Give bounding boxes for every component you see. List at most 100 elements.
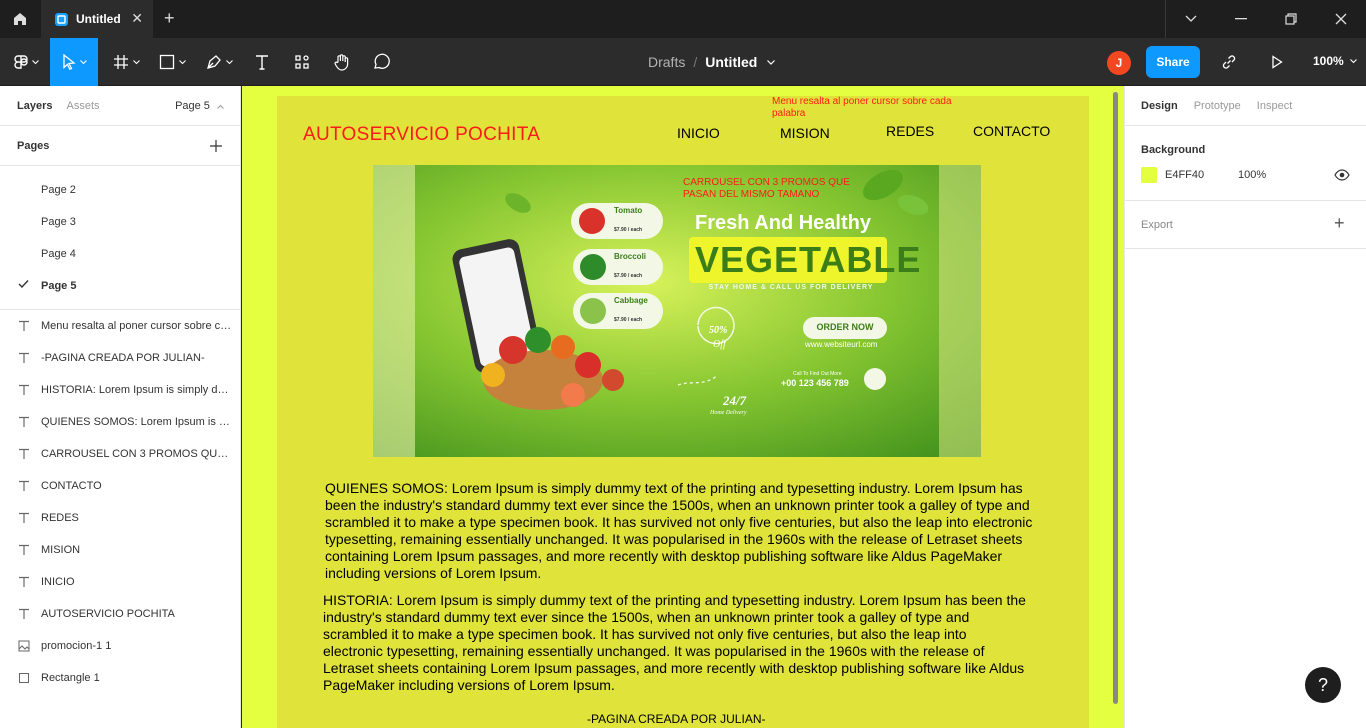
home-icon	[14, 13, 26, 25]
text-icon	[19, 544, 29, 555]
page-label: Page 5	[41, 280, 77, 292]
page-label: Page 3	[41, 216, 76, 228]
background-opacity-input[interactable]: 100%	[1238, 169, 1266, 181]
minimize-button[interactable]	[1216, 0, 1266, 38]
cursor-arrow-icon	[62, 54, 76, 70]
layer-item[interactable]: HISTORIA: Lorem Ipsum is simply dummy te…	[0, 374, 240, 406]
tab-title: Untitled	[76, 12, 121, 26]
new-tab-button[interactable]: +	[164, 9, 175, 27]
product-price: $7.90 / each	[614, 273, 643, 279]
footer-credit[interactable]: -PAGINA CREADA POR JULIAN-	[587, 712, 765, 726]
page-item[interactable]: Page 3	[0, 206, 240, 238]
hand-tool-button[interactable]	[326, 38, 358, 86]
figma-logo-icon	[13, 55, 28, 69]
nav-contacto[interactable]: CONTACTO	[973, 123, 1050, 139]
tab-inspect[interactable]: Inspect	[1257, 100, 1292, 112]
promo-discount: 50%	[709, 325, 728, 336]
tab-prototype[interactable]: Prototype	[1194, 100, 1241, 112]
nav-redes[interactable]: REDES	[886, 123, 934, 139]
maximize-button[interactable]	[1266, 0, 1316, 38]
file-name[interactable]: Untitled	[705, 54, 757, 70]
properties-tabs: Design Prototype Inspect	[1125, 86, 1366, 126]
copy-link-button[interactable]	[1220, 53, 1238, 76]
frame-tool-button[interactable]	[106, 38, 146, 86]
promo-phone: +00 123 456 789	[781, 378, 849, 388]
layer-label: -PAGINA CREADA POR JULIAN-	[41, 352, 205, 364]
home-button[interactable]	[0, 0, 40, 38]
background-color-swatch[interactable]	[1141, 167, 1157, 183]
page-item-selected[interactable]: Page 5	[0, 270, 240, 302]
close-tab-icon[interactable]: ✕	[131, 11, 143, 25]
page-frame[interactable]: AUTOSERVICIO POCHITA Menu resalta al pon…	[277, 96, 1089, 728]
breadcrumb-drafts[interactable]: Drafts	[648, 54, 685, 70]
page-item[interactable]: Page 2	[0, 174, 240, 206]
tab-assets[interactable]: Assets	[66, 100, 99, 112]
chevron-down-icon[interactable]	[767, 59, 776, 65]
add-export-button[interactable]: +	[1334, 213, 1345, 234]
layer-item[interactable]: CONTACTO	[0, 470, 240, 502]
canvas-scrollbar[interactable]	[1113, 92, 1118, 704]
layer-item[interactable]: QUIENES SOMOS: Lorem Ipsum is simply dum…	[0, 406, 240, 438]
layer-item[interactable]: promocion-1 1	[0, 630, 240, 662]
layer-item[interactable]: REDES	[0, 502, 240, 534]
layer-label: Menu resalta al poner cursor sobre cada …	[41, 320, 233, 332]
comment-tool-button[interactable]	[366, 38, 396, 86]
promo-banner-image[interactable]: Tomato $7.90 / each Broccoli $7.90 / eac…	[373, 165, 981, 457]
main-menu-button[interactable]	[4, 38, 48, 86]
resources-tool-button[interactable]	[286, 38, 318, 86]
page-switcher[interactable]: Page 5	[175, 100, 224, 112]
zoom-level: 100%	[1313, 54, 1344, 68]
eye-icon[interactable]	[1334, 167, 1350, 183]
close-window-button[interactable]	[1316, 0, 1366, 38]
zoom-menu[interactable]: 100%	[1313, 54, 1357, 68]
help-button[interactable]: ?	[1305, 667, 1341, 703]
layer-item[interactable]: CARROUSEL CON 3 PROMOS QUE PASAN DEL MIS…	[0, 438, 240, 470]
layer-label: QUIENES SOMOS: Lorem Ipsum is simply dum…	[41, 416, 233, 428]
page-label: Page 4	[41, 248, 76, 260]
pen-tool-button[interactable]	[198, 38, 240, 86]
present-button[interactable]	[1271, 55, 1283, 74]
page-list: Page 2 Page 3 Page 4 Page 5	[0, 166, 240, 310]
tab-layers[interactable]: Layers	[17, 100, 52, 112]
chevron-down-icon	[79, 59, 87, 64]
share-button[interactable]: Share	[1146, 46, 1200, 78]
text-icon	[19, 320, 29, 331]
background-hex-input[interactable]: E4FF40	[1165, 169, 1204, 181]
promo-tagline: STAY HOME & CALL US FOR DELIVERY	[708, 284, 874, 291]
page-item[interactable]: Page 4	[0, 238, 240, 270]
carousel-note[interactable]: CARROUSEL CON 3 PROMOS QUE PASAN DEL MIS…	[683, 177, 873, 201]
dropdown-window-button[interactable]	[1166, 0, 1216, 38]
export-section: Export +	[1125, 201, 1366, 249]
nav-inicio[interactable]: INICIO	[677, 125, 720, 141]
file-tab[interactable]: Untitled ✕	[41, 0, 153, 38]
avatar[interactable]: J	[1107, 51, 1131, 75]
menu-note[interactable]: Menu resalta al poner cursor sobre cada …	[772, 96, 952, 120]
site-title[interactable]: AUTOSERVICIO POCHITA	[303, 124, 540, 146]
tab-design[interactable]: Design	[1141, 100, 1178, 112]
nav-mision[interactable]: MISION	[780, 125, 830, 141]
rectangle-icon	[159, 54, 174, 70]
link-icon	[1222, 55, 1236, 69]
layer-item[interactable]: Menu resalta al poner cursor sobre cada …	[0, 310, 240, 342]
background-fill-row[interactable]: E4FF40 100%	[1125, 156, 1366, 200]
promo-banner-art	[373, 165, 981, 457]
shape-tool-button[interactable]	[152, 38, 192, 86]
text-icon	[19, 512, 29, 523]
promo-call-label: Call To Find Out More	[793, 371, 842, 377]
canvas[interactable]: AUTOSERVICIO POCHITA Menu resalta al pon…	[242, 86, 1124, 728]
move-tool-button[interactable]	[50, 38, 98, 86]
layer-item[interactable]: MISION	[0, 534, 240, 566]
page-label: Page 2	[41, 184, 76, 196]
add-page-button[interactable]	[210, 136, 222, 157]
layer-item[interactable]: -PAGINA CREADA POR JULIAN-	[0, 342, 240, 374]
quienes-somos-text[interactable]: QUIENES SOMOS: Lorem Ipsum is simply dum…	[325, 480, 1037, 582]
layer-item[interactable]: AUTOSERVICIO POCHITA	[0, 598, 240, 630]
layer-item[interactable]: INICIO	[0, 566, 240, 598]
minimize-icon	[1235, 18, 1247, 20]
layer-item[interactable]: Rectangle 1	[0, 662, 240, 694]
layer-label: HISTORIA: Lorem Ipsum is simply dummy te…	[41, 384, 233, 396]
text-tool-button[interactable]	[246, 38, 278, 86]
historia-text[interactable]: HISTORIA: Lorem Ipsum is simply dummy te…	[323, 592, 1027, 694]
text-icon	[19, 608, 29, 619]
chevron-up-icon	[217, 104, 224, 109]
